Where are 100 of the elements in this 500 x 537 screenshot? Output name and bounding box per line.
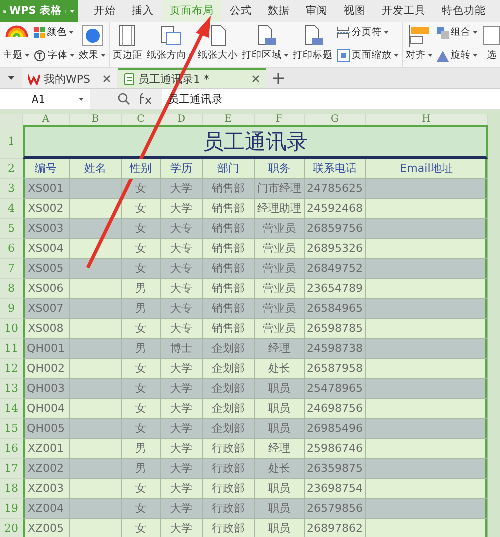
ribbon-button[interactable]: 选 [481,23,500,66]
caret-icon[interactable] [384,31,389,34]
table-cell: 企划部 [203,359,255,379]
menu-tab[interactable]: 特色功能 [434,0,494,22]
ribbon-button[interactable]: 效果 [78,23,107,66]
table-cell: 企划部 [203,339,255,359]
row-header[interactable]: 10 [0,319,23,339]
caret-icon[interactable] [79,98,84,100]
ribbon-button[interactable]: 颜色 [33,26,76,39]
menu-tab[interactable]: 数据 [260,0,298,22]
caret-icon[interactable] [70,54,75,57]
page-break-icon [337,26,350,39]
row-header[interactable]: 20 [0,519,23,537]
column-header[interactable]: A [23,114,70,125]
page-orientation-icon [160,25,182,47]
ribbon-button[interactable]: 打印区域 [241,23,290,66]
table-cell: 女 [122,519,161,537]
row-header[interactable]: 13 [0,379,23,399]
column-header[interactable]: H [366,114,488,125]
ribbon-button[interactable]: 分页符 [336,26,400,39]
ribbon-button[interactable]: 主题 [2,23,31,66]
table-cell: 大专 [161,219,203,239]
search-icon[interactable] [118,93,130,105]
table-cell: XS001 [23,179,70,199]
caret-icon[interactable] [70,10,75,12]
row-header[interactable]: 17 [0,459,23,479]
caret-icon[interactable] [394,54,399,57]
table-cell: 行政部 [203,499,255,519]
caret-icon[interactable] [473,31,478,34]
row-header[interactable]: 19 [0,499,23,519]
table-cell: 25986746 [305,439,366,459]
row-header[interactable]: 8 [0,279,23,299]
plus-icon[interactable] [272,72,284,84]
row-header[interactable]: 6 [0,239,23,259]
caret-icon[interactable] [473,54,478,57]
caret-icon[interactable] [101,54,106,57]
w-logo-icon [28,74,40,84]
table-cell: 女 [122,319,161,339]
row-header[interactable]: 14 [0,399,23,419]
document-tab[interactable]: 我的WPS [22,68,116,88]
row-header[interactable]: 1 [0,125,23,159]
sheet-title-cell: 员工通讯录 [23,125,488,159]
table-cell: 职员 [255,479,305,499]
caret-icon[interactable] [284,54,289,57]
table-cell: 行政部 [203,519,255,537]
column-header[interactable]: C [122,114,161,125]
ribbon-button[interactable]: 组合 [436,26,479,39]
row-header[interactable]: 4 [0,199,23,219]
caret-icon[interactable] [8,76,14,80]
color-grid-icon [34,27,45,38]
menu-tab[interactable]: 开始 [86,0,124,22]
app-menu-button[interactable]: WPS 表格 [0,0,78,22]
ribbon-button[interactable]: 旋转 [436,49,479,62]
caret-icon[interactable] [25,54,30,57]
column-header[interactable]: F [255,114,305,125]
table-cell: XS004 [23,239,70,259]
table-cell: 26859756 [305,219,366,239]
ribbon-button[interactable]: 页面缩放 [336,49,400,62]
ribbon-button[interactable]: 页边距 [112,23,144,66]
menu-tab[interactable]: 视图 [336,0,374,22]
table-cell: 经理 [255,439,305,459]
row-header[interactable]: 7 [0,259,23,279]
align-icon [408,25,430,47]
ribbon-button[interactable]: 纸张方向 [146,23,195,66]
caret-icon[interactable] [69,31,74,34]
row-header[interactable]: 5 [0,219,23,239]
column-header[interactable]: B [70,114,122,125]
row-header[interactable]: 12 [0,359,23,379]
column-header[interactable]: E [203,114,255,125]
table-cell: 销售部 [203,239,255,259]
table-cell: 大学 [161,439,203,459]
table-cell: 营业员 [255,319,305,339]
column-header[interactable]: G [305,114,366,125]
caret-icon[interactable] [428,54,433,57]
table-cell: 24598738 [305,339,366,359]
ribbon-button[interactable]: 纸张大小 [197,23,239,66]
menu-tab[interactable]: 页面布局 [162,0,222,22]
menu-tab[interactable]: 插入 [124,0,162,22]
ribbon-button[interactable]: 字体 [33,49,76,62]
row-header[interactable]: 9 [0,299,23,319]
row-header[interactable]: 2 [0,159,23,179]
menu-tab[interactable]: 开发工具 [374,0,434,22]
table-cell: 女 [122,239,161,259]
ribbon-button[interactable]: 打印标题 [292,23,334,66]
close-icon[interactable] [102,75,110,83]
row-header[interactable]: 18 [0,479,23,499]
row-header[interactable]: 16 [0,439,23,459]
function-icon[interactable] [140,93,152,105]
row-header[interactable]: 3 [0,179,23,199]
row-header[interactable]: 11 [0,339,23,359]
menu-tab[interactable]: 审阅 [298,0,336,22]
table-cell: 行政部 [203,479,255,499]
table-cell: XS008 [23,319,70,339]
table-cell: 男 [122,339,161,359]
column-header[interactable]: D [161,114,203,125]
row-header[interactable]: 15 [0,419,23,439]
menu-tab[interactable]: 公式 [222,0,260,22]
ribbon-button[interactable]: 对齐 [405,23,434,66]
close-icon[interactable] [252,75,260,83]
table-cell: XS006 [23,279,70,299]
